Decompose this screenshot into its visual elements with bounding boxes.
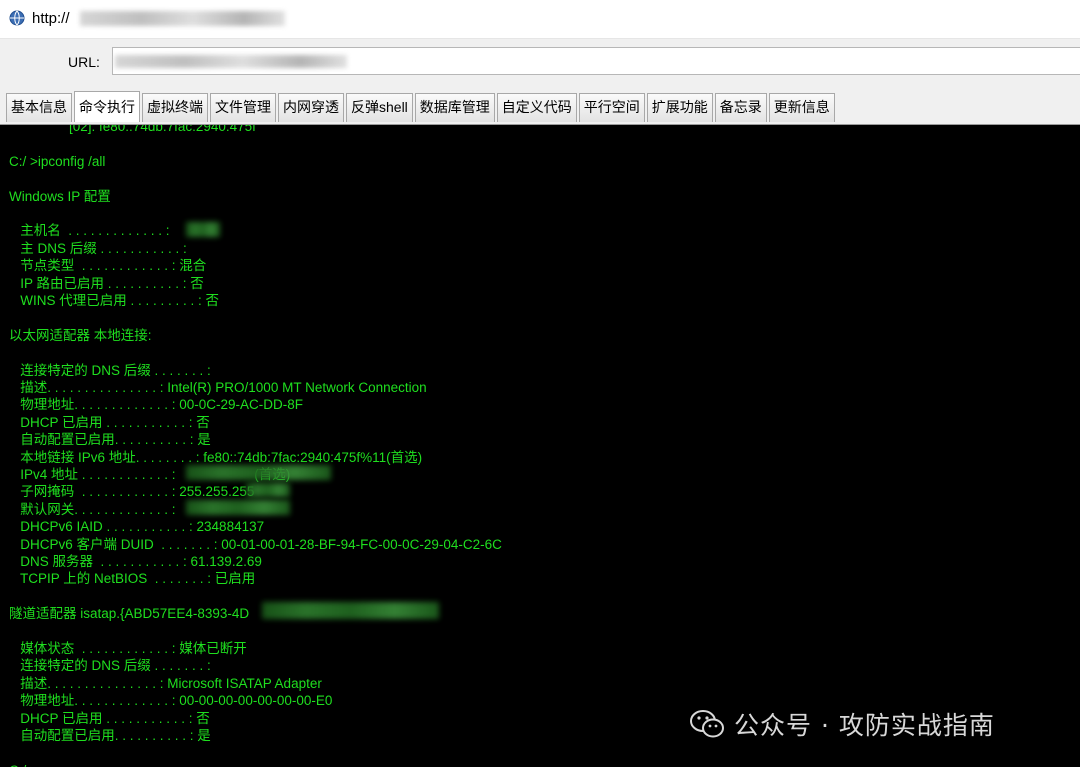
window-title: http:// [32, 10, 70, 27]
tab-7[interactable]: 自定义代码 [496, 93, 577, 122]
console-line: [02]: fe80::74db:7fac:2940:475f [9, 125, 256, 134]
console-line: DHCP 已启用 . . . . . . . . . . . : 否 [9, 414, 210, 430]
wechat-icon [690, 710, 724, 738]
console-line: 连接特定的 DNS 后缀 . . . . . . . : [9, 362, 211, 378]
console-line: TCPIP 上的 NetBIOS . . . . . . . : 已启用 [9, 571, 256, 587]
tab-4[interactable]: 内网穿透 [278, 93, 344, 122]
redacted-adapter-guid [262, 602, 439, 619]
redacted-gateway [186, 500, 290, 515]
console-line: 媒体状态 . . . . . . . . . . . . : 媒体已断开 [9, 641, 247, 656]
console-line: 本地链接 IPv6 地址. . . . . . . . : fe80::74db… [9, 449, 423, 465]
console-line: C:/ >ipconfig /all [9, 153, 106, 169]
console-line: 以太网适配器 本地连接: [9, 327, 152, 343]
console-line: WINS 代理已启用 . . . . . . . . . : 否 [9, 293, 220, 308]
tab-0[interactable]: 基本信息 [6, 93, 72, 122]
console-line: 隧道适配器 isatap.{ABD57EE4-8393-4D [9, 606, 250, 622]
url-label: URL: [68, 54, 100, 70]
console-line: 默认网关. . . . . . . . . . . . . : [9, 501, 176, 517]
tab-list: 基本信息 命令执行 虚拟终端 文件管理 内网穿透 反弹shell 数据库管理 自定义代码 平行空… [6, 91, 837, 124]
tab-bar: 基本信息 命令执行 虚拟终端 文件管理 内网穿透 反弹shell 数据库管理 自定义代码 平行空… [0, 87, 1080, 125]
console-line: 连接特定的 DNS 后缀 . . . . . . . : [9, 658, 211, 674]
console-line: 子网掩码 . . . . . . . . . . . . : 255.255.2… [9, 484, 255, 500]
console-line: DHCPv6 客户端 DUID . . . . . . . : 00-01-00… [9, 536, 502, 552]
redacted-url-value [115, 55, 347, 68]
console-line: 描述. . . . . . . . . . . . . . . : Micros… [9, 675, 322, 691]
tab-6[interactable]: 数据库管理 [414, 93, 495, 122]
console-line: DHCP 已启用 . . . . . . . . . . . : 否 [9, 710, 210, 726]
redacted-ipv4 [186, 465, 331, 480]
tab-8[interactable]: 平行空间 [578, 93, 645, 122]
tab-10[interactable]: 备忘录 [714, 93, 767, 122]
console-line: 主 DNS 后缀 . . . . . . . . . . . : [9, 240, 187, 256]
console-line: 自动配置已启用. . . . . . . . . . : 是 [9, 728, 211, 743]
url-bar: URL: [0, 39, 1080, 87]
watermark-text: 公众号 · 攻防实战指南 [734, 711, 995, 740]
title-bar: http:// [0, 0, 1080, 39]
console-line: Windows IP 配置 [9, 188, 111, 204]
command-output-console[interactable]: C:/ > 自动配置已启用. . . . . . . . . . : 是 DHC… [0, 125, 1080, 767]
redacted-title-url [80, 11, 285, 26]
wechat-watermark: 公众号 · 攻防实战指南 [690, 706, 995, 742]
redacted-hostname [186, 222, 220, 237]
console-line: 节点类型 . . . . . . . . . . . . : 混合 [9, 258, 207, 274]
tab-5[interactable]: 反弹shell [346, 93, 413, 122]
console-line: DHCPv6 IAID . . . . . . . . . . . : 2348… [9, 519, 265, 535]
redacted-subnet [246, 483, 290, 497]
console-line: IP 路由已启用 . . . . . . . . . . : 否 [9, 275, 204, 291]
tab-3[interactable]: 文件管理 [210, 93, 276, 122]
console-line: 主机名 . . . . . . . . . . . . . : [9, 223, 170, 239]
tab-2[interactable]: 虚拟终端 [142, 93, 208, 122]
webshell-manager-window: http:// URL: 基本信息 命令执行 虚拟终端 文件管理 内网穿透 反弹shell… [0, 0, 1080, 767]
console-line: 描述. . . . . . . . . . . . . . . : Intel(… [9, 380, 427, 395]
console-line: 物理地址. . . . . . . . . . . . . : 00-00-00… [9, 693, 333, 709]
tab-11[interactable]: 更新信息 [768, 93, 835, 122]
console-line: 自动配置已启用. . . . . . . . . . : 是 [9, 432, 211, 448]
console-line: C:/ > [9, 763, 38, 767]
console-line: DNS 服务器 . . . . . . . . . . . : 61.139.2… [9, 554, 262, 569]
globe-icon [9, 10, 25, 26]
tab-9[interactable]: 扩展功能 [646, 93, 713, 122]
console-line: 物理地址. . . . . . . . . . . . . : 00-0C-29… [9, 397, 304, 413]
tab-1[interactable]: 命令执行 [74, 91, 140, 122]
